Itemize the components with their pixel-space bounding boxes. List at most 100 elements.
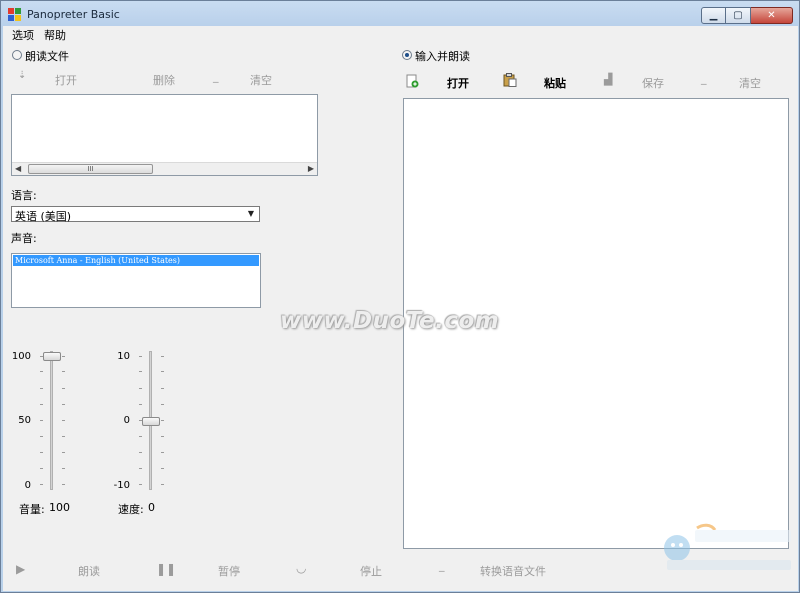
speed-tick — [161, 388, 164, 389]
speed-tick — [139, 371, 142, 372]
pause-button[interactable]: 暂停 — [218, 563, 240, 579]
language-value: 英语 (美国) — [15, 210, 72, 223]
voice-list[interactable]: Microsoft Anna - English (United States) — [11, 253, 261, 308]
speed-tick — [161, 452, 164, 453]
speed-tick — [139, 468, 142, 469]
speed-scale-top: 10 — [117, 351, 130, 362]
minimize-button[interactable]: ▁ — [701, 7, 726, 24]
menu-help[interactable]: 帮助 — [44, 27, 66, 43]
read-button[interactable]: 朗读 — [78, 563, 100, 579]
speed-value: 0 — [148, 501, 155, 514]
volume-value: 100 — [49, 501, 70, 514]
right-clear-button[interactable]: 清空 — [739, 75, 761, 91]
volume-tick — [62, 420, 65, 421]
convert-icon[interactable]: _ — [439, 559, 445, 572]
speed-tick — [161, 436, 164, 437]
save-button[interactable]: 保存 — [642, 75, 664, 91]
volume-scale-bottom: 0 — [24, 480, 31, 491]
read-file-label[interactable]: 朗读文件 — [25, 48, 69, 64]
speed-tick — [161, 420, 164, 421]
volume-scale-top: 100 — [11, 351, 31, 362]
paste-button[interactable]: 粘贴 — [544, 75, 566, 91]
client-area: 选项 帮助 朗读文件 ⇣ 打开 删除 _ 清空 ◀ III ▶ 语言: 英语 (… — [3, 26, 798, 591]
speed-tick — [161, 404, 164, 405]
volume-label: 音量: — [19, 503, 45, 516]
title-bar[interactable]: Panopreter Basic ▁ ▢ ✕ — [1, 1, 799, 29]
volume-tick — [62, 436, 65, 437]
scroll-left-icon[interactable]: ◀ — [15, 164, 21, 173]
volume-tick — [40, 404, 43, 405]
volume-tick — [62, 371, 65, 372]
save-icon[interactable]: ▟ — [604, 73, 612, 86]
app-logo-icon — [8, 8, 22, 22]
language-label: 语言: — [11, 189, 37, 202]
menu-bar: 选项 帮助 — [3, 26, 798, 42]
window-title: Panopreter Basic — [27, 8, 120, 21]
volume-thumb[interactable] — [43, 352, 61, 361]
left-open-button[interactable]: 打开 — [55, 72, 77, 88]
volume-tick — [62, 468, 65, 469]
convert-audio-button[interactable]: 转换语音文件 — [480, 563, 546, 579]
volume-tick — [62, 388, 65, 389]
maximize-icon: ▢ — [733, 10, 743, 21]
speed-thumb[interactable] — [142, 417, 160, 426]
file-list-hscroll[interactable]: ◀ III ▶ — [12, 162, 317, 175]
pause-icon[interactable]: ❚❚ — [156, 562, 176, 576]
left-clear-button[interactable]: 清空 — [250, 72, 272, 88]
volume-tick — [40, 371, 43, 372]
voice-label: 声音: — [11, 232, 37, 245]
scroll-thumb[interactable]: III — [28, 164, 153, 174]
play-icon[interactable]: ▶ — [16, 562, 25, 576]
app-window: Panopreter Basic ▁ ▢ ✕ 选项 帮助 朗读文件 ⇣ 打开 删… — [0, 0, 800, 593]
site-logo-watermark — [659, 516, 797, 576]
language-select[interactable]: 英语 (美国) ▼ — [11, 206, 260, 223]
speed-scale-bottom: -10 — [113, 480, 130, 491]
read-file-radio[interactable] — [12, 50, 22, 60]
volume-tick — [40, 468, 43, 469]
scroll-right-icon[interactable]: ▶ — [308, 164, 314, 173]
volume-tick — [62, 484, 65, 485]
speed-scale-mid: 0 — [123, 415, 130, 426]
speed-tick — [161, 371, 164, 372]
volume-tick — [40, 436, 43, 437]
clear-text-icon[interactable]: _ — [701, 72, 707, 85]
minimize-icon: ▁ — [709, 10, 718, 21]
speed-tick — [161, 356, 164, 357]
type-and-read-label[interactable]: 输入并朗读 — [415, 48, 470, 64]
type-and-read-radio[interactable] — [402, 50, 412, 60]
volume-tick — [40, 388, 43, 389]
clear-list-icon[interactable]: _ — [213, 70, 219, 83]
chevron-down-icon[interactable]: ▼ — [244, 208, 258, 220]
new-file-icon[interactable] — [405, 74, 419, 88]
left-delete-button[interactable]: 删除 — [153, 72, 175, 88]
menu-options[interactable]: 选项 — [12, 27, 34, 43]
volume-scale-mid: 50 — [18, 415, 31, 426]
speed-tick — [161, 484, 164, 485]
speed-tick — [161, 468, 164, 469]
stop-button[interactable]: 停止 — [360, 563, 382, 579]
paste-icon[interactable] — [503, 73, 517, 87]
volume-tick — [62, 452, 65, 453]
volume-tick — [62, 356, 65, 357]
voice-item-selected[interactable]: Microsoft Anna - English (United States) — [13, 255, 259, 266]
volume-tick — [62, 404, 65, 405]
speed-tick — [139, 452, 142, 453]
speed-tick — [139, 356, 142, 357]
volume-tick — [40, 452, 43, 453]
volume-tick — [40, 484, 43, 485]
scroll-grip: III — [87, 165, 94, 173]
speed-label: 速度: — [118, 503, 144, 516]
speed-tick — [139, 484, 142, 485]
file-list[interactable]: ◀ III ▶ — [11, 94, 318, 176]
close-button[interactable]: ✕ — [751, 7, 793, 24]
open-file-icon[interactable]: ⇣ — [18, 70, 26, 81]
volume-track[interactable] — [50, 351, 53, 490]
speed-tick — [139, 404, 142, 405]
stop-icon[interactable]: ◡ — [296, 561, 306, 575]
maximize-button[interactable]: ▢ — [726, 7, 751, 24]
right-open-button[interactable]: 打开 — [447, 75, 469, 91]
volume-tick — [40, 420, 43, 421]
close-icon: ✕ — [767, 10, 776, 21]
speed-tick — [139, 436, 142, 437]
watermark-text: www.DuoTe.com — [280, 308, 500, 334]
